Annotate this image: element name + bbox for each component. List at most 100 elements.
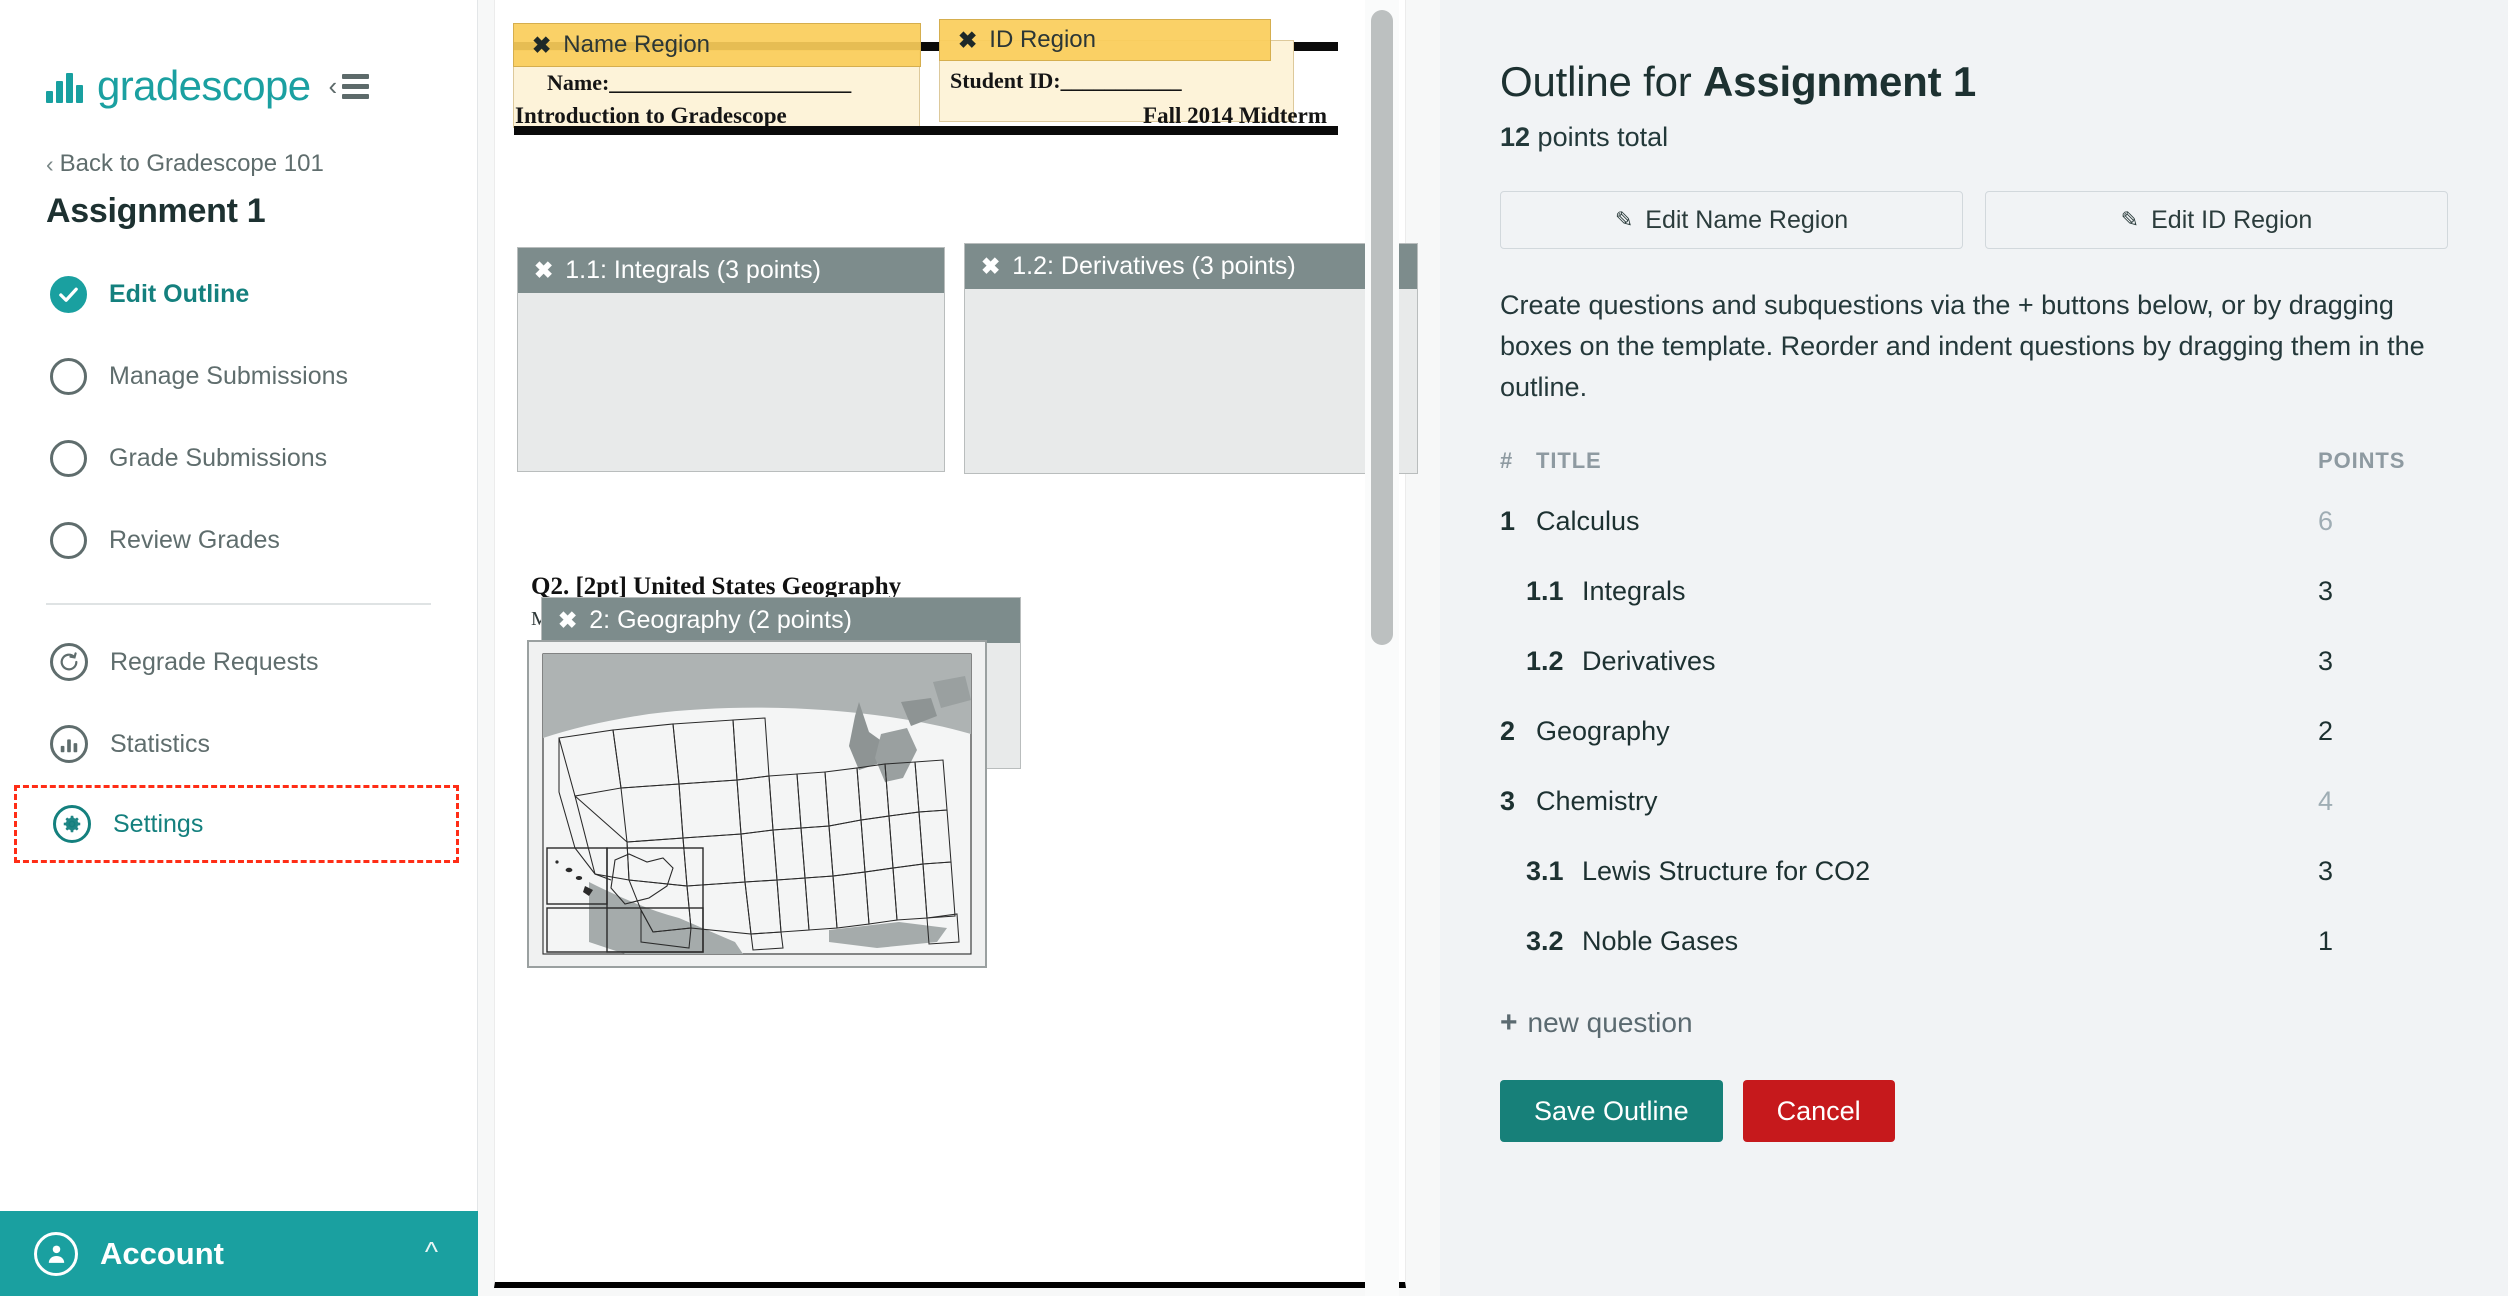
pencil-icon: ✎ xyxy=(2120,207,2140,232)
row-number: 3 xyxy=(1500,786,1516,817)
table-row[interactable]: 3.2 Noble Gases 1 xyxy=(1500,919,2448,964)
outline-pane: Outline for Assignment 1 12 points total… xyxy=(1440,0,2508,1296)
table-row[interactable]: 1.2 Derivatives 3 xyxy=(1500,639,2448,684)
row-title: Lewis Structure for CO2 xyxy=(1582,856,1871,887)
points-total: 12 points total xyxy=(1500,122,2448,153)
row-title: Geography xyxy=(1536,716,1670,747)
column-header-title: TITLE xyxy=(1536,448,1602,474)
row-number: 2 xyxy=(1500,716,1516,747)
sidebar-divider xyxy=(46,603,431,605)
row-points: 3 xyxy=(2318,646,2334,677)
row-points: 3 xyxy=(2318,856,2334,887)
plus-icon: + xyxy=(1500,1006,1518,1040)
outline-column-headers: # TITLE POINTS xyxy=(1500,448,2448,474)
outline-actions: Save Outline Cancel xyxy=(1500,1080,2448,1143)
table-row[interactable]: 3.1 Lewis Structure for CO2 3 xyxy=(1500,849,2448,894)
account-button[interactable]: Account ^ xyxy=(0,1211,478,1296)
row-points: 2 xyxy=(2318,716,2334,747)
brand-name[interactable]: gradescope xyxy=(97,62,311,110)
column-header-points: POINTS xyxy=(2318,448,2406,474)
chevron-up-icon: ^ xyxy=(424,1235,438,1267)
template-preview-pane: Name:______________________ Student ID:_… xyxy=(478,0,1440,1296)
exam-template-page[interactable]: Name:______________________ Student ID:_… xyxy=(494,0,1418,1296)
chevron-left-icon: ‹ xyxy=(46,150,54,177)
sidebar-item-label: Regrade Requests xyxy=(110,647,319,676)
template-rule-bottom xyxy=(514,126,1338,135)
edit-name-region-button[interactable]: ✎ Edit Name Region xyxy=(1500,191,1963,249)
statistics-icon xyxy=(50,725,88,763)
sidebar-item-grade-submissions[interactable]: Grade Submissions xyxy=(0,417,477,499)
template-name-label: Name:______________________ xyxy=(547,70,852,95)
regrade-icon xyxy=(50,643,88,681)
empty-circle-icon xyxy=(50,521,87,559)
hamburger-icon xyxy=(342,73,370,99)
row-title: Derivatives xyxy=(1582,646,1716,677)
edit-id-region-button[interactable]: ✎ Edit ID Region xyxy=(1985,191,2448,249)
table-row[interactable]: 2 Geography 2 xyxy=(1500,709,2448,754)
row-points: 6 xyxy=(2318,506,2334,537)
sidebar-item-regrade-requests[interactable]: Regrade Requests xyxy=(0,621,477,703)
close-icon[interactable]: ✖ xyxy=(981,253,1000,280)
column-header-num: # xyxy=(1500,448,1514,474)
row-number: 3.1 xyxy=(1526,856,1564,887)
page-title: Assignment 1 xyxy=(46,192,266,230)
name-region-overlay[interactable]: ✖ Name Region xyxy=(513,23,921,67)
empty-circle-icon xyxy=(50,357,87,395)
sidebar-item-label: Grade Submissions xyxy=(109,443,328,472)
close-icon[interactable]: ✖ xyxy=(558,607,577,634)
sidebar-item-manage-submissions[interactable]: Manage Submissions xyxy=(0,335,477,417)
us-map-image xyxy=(527,640,987,968)
outline-rows: 1 Calculus 6 1.1 Integrals 3 1.2 Derivat… xyxy=(1500,499,2448,964)
sidebar-item-label: Edit Outline xyxy=(109,279,250,308)
cancel-button[interactable]: Cancel xyxy=(1742,1080,1895,1143)
new-question-button[interactable]: + new question xyxy=(1500,1006,2448,1040)
table-row[interactable]: 1 Calculus 6 xyxy=(1500,499,2448,544)
sidebar-item-settings[interactable]: Settings xyxy=(14,785,459,863)
save-outline-button[interactable]: Save Outline xyxy=(1500,1080,1723,1143)
chevron-left-icon: ‹ xyxy=(328,71,338,101)
row-number: 3.2 xyxy=(1526,926,1564,957)
brand-row: gradescope ‹ xyxy=(0,0,477,110)
outline-heading-prefix: Outline for xyxy=(1500,58,1704,105)
collapse-sidebar-button[interactable]: ‹ xyxy=(329,73,370,99)
id-region-label: ID Region xyxy=(989,26,1097,53)
row-number: 1.2 xyxy=(1526,646,1564,677)
sidebar-item-label: Statistics xyxy=(110,729,211,758)
table-row[interactable]: 1.1 Integrals 3 xyxy=(1500,569,2448,614)
gradescope-logo-icon xyxy=(46,69,83,103)
template-scrollbar-thumb[interactable] xyxy=(1371,10,1393,645)
back-link-label: Back to Gradescope 101 xyxy=(59,150,324,177)
sidebar-item-edit-outline[interactable]: Edit Outline xyxy=(0,253,477,335)
sidebar-item-label: Settings xyxy=(113,809,204,838)
template-id-label: Student ID:___________ xyxy=(950,68,1182,93)
row-points: 1 xyxy=(2318,926,2334,957)
close-icon[interactable]: ✖ xyxy=(532,32,551,59)
check-circle-icon xyxy=(50,275,87,313)
new-question-label: new question xyxy=(1527,1007,1693,1039)
points-total-value: 12 xyxy=(1500,122,1531,152)
id-region-overlay[interactable]: ✖ ID Region xyxy=(939,19,1271,61)
close-icon[interactable]: ✖ xyxy=(534,257,553,284)
outline-heading: Outline for Assignment 1 xyxy=(1500,58,2448,106)
row-title: Chemistry xyxy=(1536,786,1658,817)
sidebar-item-statistics[interactable]: Statistics xyxy=(0,703,477,785)
row-title: Calculus xyxy=(1536,506,1640,537)
question-region-1-1[interactable]: ✖ 1.1: Integrals (3 points) xyxy=(517,247,945,472)
name-region-label: Name Region xyxy=(563,31,711,58)
question-region-1-2[interactable]: ✖ 1.2: Derivatives (3 points) xyxy=(964,243,1418,474)
edit-id-region-label: Edit ID Region xyxy=(2151,205,2313,234)
close-icon[interactable]: ✖ xyxy=(958,27,977,54)
sidebar-item-review-grades[interactable]: Review Grades xyxy=(0,499,477,581)
sidebar-item-label: Manage Submissions xyxy=(109,361,349,390)
back-to-course-link[interactable]: ‹ Back to Gradescope 101 xyxy=(46,150,477,178)
region-button-row: ✎ Edit Name Region ✎ Edit ID Region xyxy=(1500,191,2448,249)
avatar-icon xyxy=(34,1231,78,1276)
sidebar: gradescope ‹ ‹ Back to Gradescope 101 As… xyxy=(0,0,478,1296)
points-total-suffix: points total xyxy=(1530,122,1669,152)
account-label: Account xyxy=(100,1235,224,1271)
empty-circle-icon xyxy=(50,439,87,477)
table-row[interactable]: 3 Chemistry 4 xyxy=(1500,779,2448,824)
outline-description: Create questions and subquestions via th… xyxy=(1500,290,2425,403)
row-title: Integrals xyxy=(1582,576,1686,607)
row-number: 1 xyxy=(1500,506,1516,537)
